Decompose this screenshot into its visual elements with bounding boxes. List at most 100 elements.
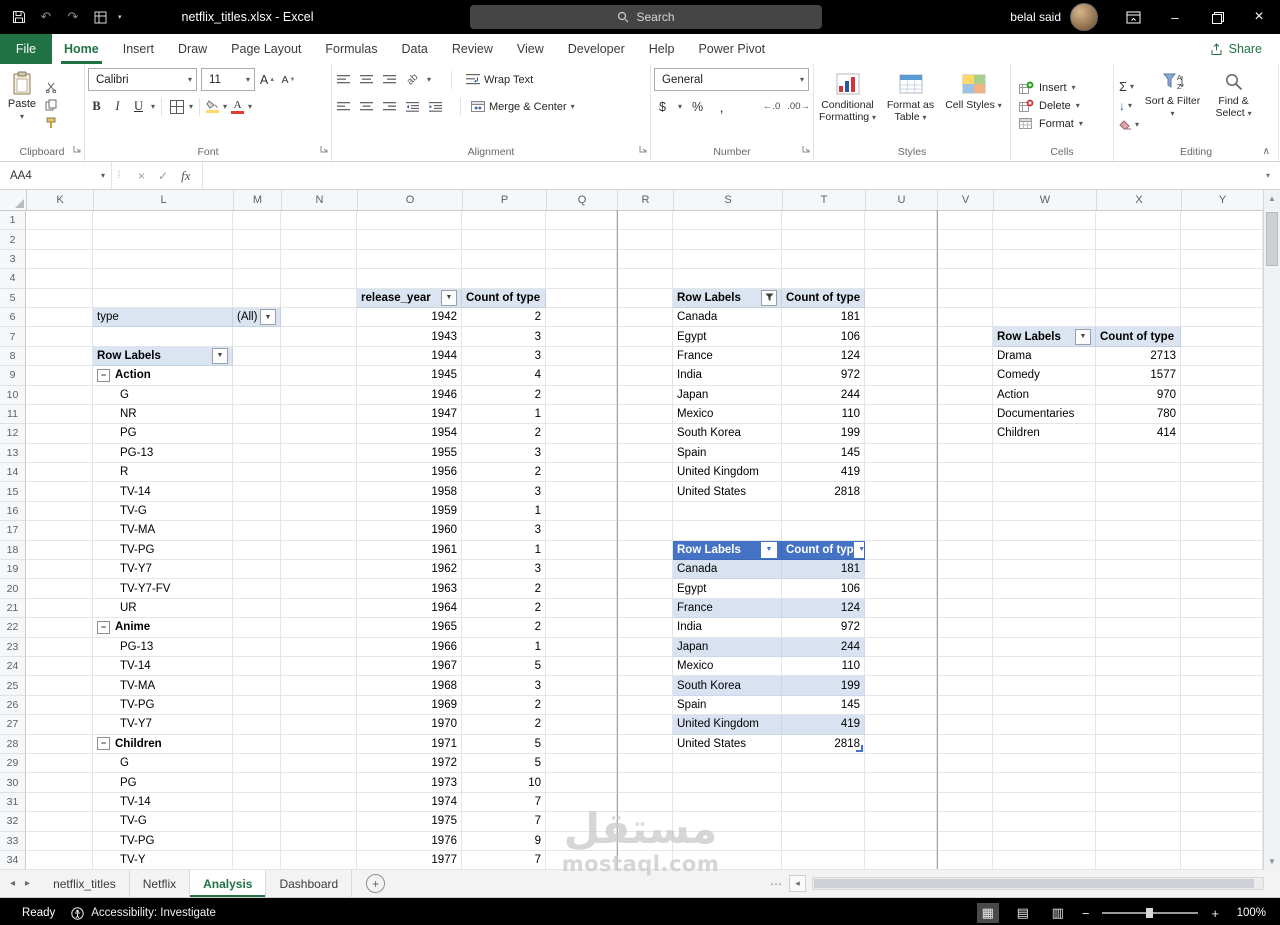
cell-W34[interactable] bbox=[993, 850, 1096, 870]
fill-color-icon[interactable] bbox=[206, 100, 220, 113]
row-header-18[interactable]: 18 bbox=[0, 540, 26, 561]
copy-icon[interactable] bbox=[45, 99, 57, 111]
formula-bar-handle[interactable]: ⁞ bbox=[112, 162, 126, 189]
cell-T3[interactable] bbox=[782, 249, 865, 270]
cell-M6[interactable]: (All) ▼ bbox=[233, 307, 281, 328]
cell-V23[interactable] bbox=[937, 637, 993, 657]
cell-N1[interactable] bbox=[281, 211, 357, 231]
scroll-up-icon[interactable]: ▲ bbox=[1264, 190, 1280, 207]
col-header-N[interactable]: N bbox=[282, 190, 358, 210]
cell-U30[interactable] bbox=[865, 773, 937, 793]
cell-R18[interactable] bbox=[617, 540, 673, 561]
cell-X26[interactable] bbox=[1096, 695, 1181, 716]
cell-T5[interactable]: Count of type bbox=[782, 288, 865, 308]
cell-P4[interactable] bbox=[462, 269, 546, 289]
cell-T29[interactable] bbox=[782, 753, 865, 774]
cell-W29[interactable] bbox=[993, 753, 1096, 774]
cell-R28[interactable] bbox=[617, 734, 673, 754]
cell-K12[interactable] bbox=[26, 424, 93, 444]
cell-P7[interactable]: 3 bbox=[462, 327, 546, 347]
cell-R22[interactable] bbox=[617, 618, 673, 638]
font-size-select[interactable]: 11 ▾ bbox=[201, 68, 255, 91]
cell-T31[interactable] bbox=[782, 792, 865, 813]
cell-Y9[interactable] bbox=[1181, 366, 1263, 386]
italic-button[interactable]: I bbox=[109, 97, 126, 117]
cell-V26[interactable] bbox=[937, 695, 993, 716]
cell-N23[interactable] bbox=[281, 637, 357, 657]
row-header-27[interactable]: 27 bbox=[0, 715, 26, 735]
cell-P33[interactable]: 9 bbox=[462, 831, 546, 851]
filter-dropdown-icon[interactable]: ▼ bbox=[260, 309, 276, 326]
ribbon-tab-formulas[interactable]: Formulas bbox=[313, 34, 389, 64]
cell-O1[interactable] bbox=[357, 211, 462, 231]
cell-R1[interactable] bbox=[617, 211, 673, 231]
cell-X16[interactable] bbox=[1096, 501, 1181, 522]
cell-Y21[interactable] bbox=[1181, 598, 1263, 619]
cell-T10[interactable]: 244 bbox=[782, 385, 865, 405]
filter-dropdown-icon[interactable]: ▼ bbox=[853, 541, 864, 558]
cell-X34[interactable] bbox=[1096, 850, 1181, 870]
cell-L15[interactable]: TV-14 bbox=[93, 482, 233, 502]
cell-V24[interactable] bbox=[937, 656, 993, 677]
cell-Y14[interactable] bbox=[1181, 463, 1263, 483]
cell-T13[interactable]: 145 bbox=[782, 443, 865, 464]
cell-Y34[interactable] bbox=[1181, 850, 1263, 870]
cell-S26[interactable]: Spain bbox=[673, 695, 782, 716]
cell-U3[interactable] bbox=[865, 249, 937, 270]
new-sheet-button[interactable]: + bbox=[366, 874, 386, 893]
cell-Y5[interactable] bbox=[1181, 288, 1263, 308]
cell-R31[interactable] bbox=[617, 792, 673, 813]
row-header-2[interactable]: 2 bbox=[0, 230, 26, 250]
col-header-Y[interactable]: Y bbox=[1182, 190, 1264, 210]
cell-M5[interactable] bbox=[233, 288, 281, 308]
cell-M32[interactable] bbox=[233, 812, 281, 832]
cell-K31[interactable] bbox=[26, 792, 93, 813]
cell-R11[interactable] bbox=[617, 404, 673, 425]
cell-V21[interactable] bbox=[937, 598, 993, 619]
cell-Y17[interactable] bbox=[1181, 521, 1263, 541]
cell-U29[interactable] bbox=[865, 753, 937, 774]
cell-Y1[interactable] bbox=[1181, 211, 1263, 231]
avatar[interactable] bbox=[1070, 3, 1098, 31]
increase-font-icon[interactable]: A ▲ bbox=[259, 70, 276, 90]
cell-P30[interactable]: 10 bbox=[462, 773, 546, 793]
col-header-X[interactable]: X bbox=[1097, 190, 1182, 210]
cell-X33[interactable] bbox=[1096, 831, 1181, 851]
cell-O34[interactable]: 1977 bbox=[357, 850, 462, 870]
row-header-33[interactable]: 33 bbox=[0, 831, 26, 851]
cell-O10[interactable]: 1946 bbox=[357, 385, 462, 405]
cell-X24[interactable] bbox=[1096, 656, 1181, 677]
cell-S20[interactable]: Egypt bbox=[673, 579, 782, 599]
alignment-dialog-launcher-icon[interactable] bbox=[639, 140, 647, 158]
cell-N34[interactable] bbox=[281, 850, 357, 870]
cell-O18[interactable]: 1961 bbox=[357, 540, 462, 561]
col-header-M[interactable]: M bbox=[234, 190, 282, 210]
cell-S22[interactable]: India bbox=[673, 618, 782, 638]
cell-T34[interactable] bbox=[782, 850, 865, 870]
cell-L13[interactable]: PG-13 bbox=[93, 443, 233, 464]
cell-K27[interactable] bbox=[26, 715, 93, 735]
cell-K7[interactable] bbox=[26, 327, 93, 347]
cell-M25[interactable] bbox=[233, 676, 281, 696]
cell-L23[interactable]: PG-13 bbox=[93, 637, 233, 657]
cell-U27[interactable] bbox=[865, 715, 937, 735]
cell-V27[interactable] bbox=[937, 715, 993, 735]
row-header-6[interactable]: 6 bbox=[0, 307, 26, 328]
ribbon-tab-power-pivot[interactable]: Power Pivot bbox=[686, 34, 777, 64]
cell-L27[interactable]: TV-Y7 bbox=[93, 715, 233, 735]
merge-center-button[interactable]: Merge & Center ▾ bbox=[471, 101, 575, 113]
increase-indent-icon[interactable] bbox=[427, 101, 444, 112]
cell-V30[interactable] bbox=[937, 773, 993, 793]
cell-T11[interactable]: 110 bbox=[782, 404, 865, 425]
row-header-12[interactable]: 12 bbox=[0, 424, 26, 444]
cell-S12[interactable]: South Korea bbox=[673, 424, 782, 444]
cell-L14[interactable]: R bbox=[93, 463, 233, 483]
zoom-out-icon[interactable]: − bbox=[1082, 906, 1090, 921]
row-header-13[interactable]: 13 bbox=[0, 443, 26, 464]
cell-L32[interactable]: TV-G bbox=[93, 812, 233, 832]
cell-Y12[interactable] bbox=[1181, 424, 1263, 444]
cell-X12[interactable]: 414 bbox=[1096, 424, 1181, 444]
filter-funnel-icon[interactable] bbox=[761, 289, 777, 306]
cell-T4[interactable] bbox=[782, 269, 865, 289]
cell-V13[interactable] bbox=[937, 443, 993, 464]
